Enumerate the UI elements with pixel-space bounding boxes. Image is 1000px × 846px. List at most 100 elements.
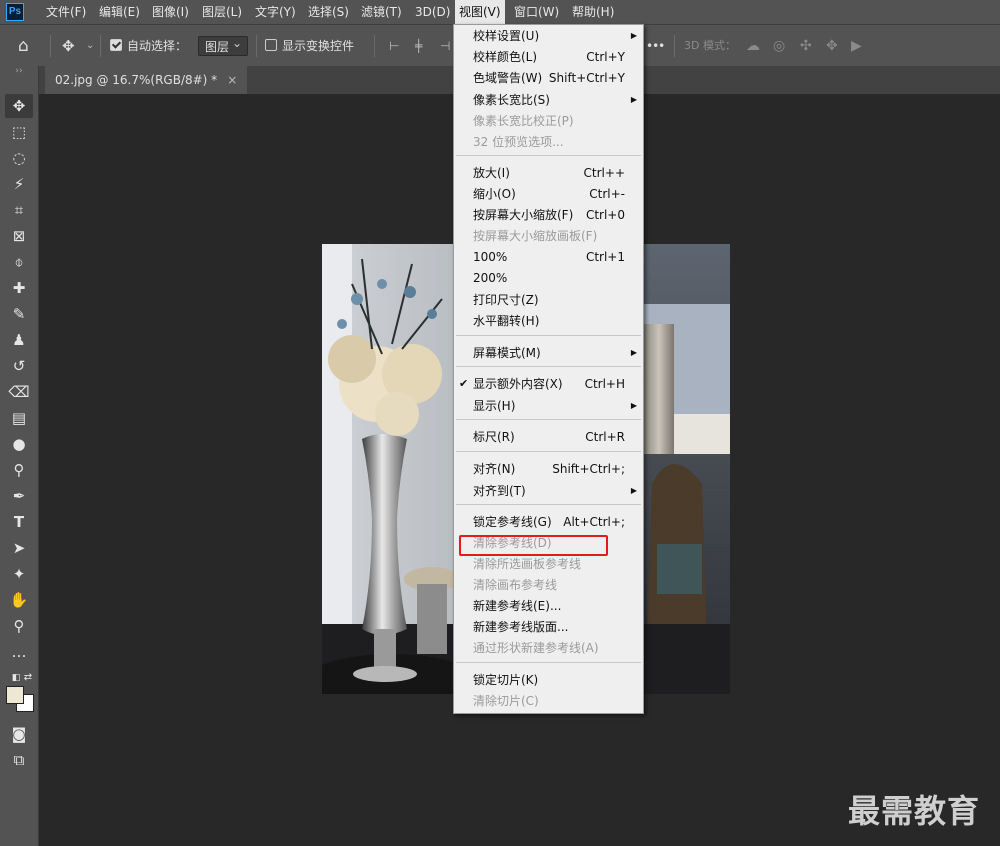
view-menu-item[interactable]: 200% (454, 268, 643, 288)
auto-select-checkbox[interactable]: 自动选择： (110, 25, 187, 67)
view-menu-item[interactable]: 新建参考线(E)... (454, 596, 643, 616)
eraser-tool-icon[interactable]: ⌫ (5, 380, 33, 404)
blur-tool-icon[interactable]: ● (5, 432, 33, 456)
view-menu-item[interactable]: 校样设置(U) ▶ (454, 26, 643, 46)
type-tool-icon[interactable]: T (5, 510, 33, 534)
view-menu-item[interactable]: 锁定参考线(G) Alt+Ctrl+; (454, 512, 643, 532)
view-menu-item[interactable]: 屏幕模式(M) ▶ (454, 343, 643, 363)
auto-select-dropdown[interactable]: 图层 (198, 33, 248, 56)
menu-image[interactable]: 图像(I) (148, 0, 193, 24)
menu-help[interactable]: 帮助(H) (568, 0, 618, 24)
marquee-tool-icon[interactable]: ⬚ (5, 120, 33, 144)
healing-brush-icon[interactable]: ✚ (5, 276, 33, 300)
view-menu-item[interactable]: 100% Ctrl+1 (454, 247, 643, 267)
path-select-icon[interactable]: ➤ (5, 536, 33, 560)
more-options-button[interactable]: ••• (646, 25, 665, 67)
brush-tool-icon[interactable]: ✎ (5, 302, 33, 326)
hand-tool-icon[interactable]: ✋ (5, 588, 33, 612)
menu-type[interactable]: 文字(Y) (251, 0, 300, 24)
view-menu-item: 32 位预览选项... (454, 132, 643, 152)
move-tool-icon[interactable]: ✥ (5, 94, 33, 118)
align-right-icon[interactable]: ⊣ (440, 25, 450, 67)
frame-tool-icon[interactable]: ⊠ (5, 224, 33, 248)
view-menu-item[interactable]: 水平翻转(H) (454, 311, 643, 331)
align-center-icon[interactable]: ╪ (415, 25, 422, 67)
view-menu-item-label: 锁定切片(K) (473, 673, 539, 687)
view-menu-item-shortcut: Ctrl+Y (586, 50, 625, 64)
crop-tool-icon[interactable]: ⌗ (5, 198, 33, 222)
view-menu-item-label: 放大(I) (473, 166, 510, 180)
history-brush-icon[interactable]: ↺ (5, 354, 33, 378)
3d-orbit-icon[interactable]: ☁ (746, 25, 760, 67)
view-menu-item[interactable]: 校样颜色(L) Ctrl+Y (454, 47, 643, 67)
view-menu-item[interactable]: 对齐到(T) ▶ (454, 481, 643, 501)
view-menu-item-label: 清除切片(C) (473, 694, 539, 708)
view-menu-item[interactable]: ✔ 显示额外内容(X) Ctrl+H (454, 374, 643, 394)
3d-mode-label: 3D 模式： (684, 39, 736, 52)
menu-3d[interactable]: 3D(D) (411, 0, 454, 24)
menu-filter[interactable]: 滤镜(T) (357, 0, 406, 24)
view-menu-item[interactable]: 标尺(R) Ctrl+R (454, 427, 643, 447)
view-menu-item[interactable]: 打印尺寸(Z) (454, 290, 643, 310)
foreground-color-swatch[interactable] (6, 686, 24, 704)
submenu-arrow-icon: ▶ (630, 95, 637, 104)
dodge-tool-icon[interactable]: ⚲ (5, 458, 33, 482)
view-menu-item[interactable]: 像素长宽比(S) ▶ (454, 90, 643, 110)
checkbox-icon[interactable] (265, 39, 277, 51)
view-menu-item[interactable]: 缩小(O) Ctrl+- (454, 184, 643, 204)
stamp-tool-icon[interactable]: ♟ (5, 328, 33, 352)
divider (100, 35, 101, 57)
view-menu-item[interactable]: 放大(I) Ctrl++ (454, 163, 643, 183)
view-menu-item: 清除画布参考线 (454, 575, 643, 595)
show-transform-checkbox[interactable]: 显示变换控件 (265, 25, 354, 67)
eyedropper-icon[interactable]: ⌽ (5, 250, 33, 274)
pen-tool-icon[interactable]: ✒ (5, 484, 33, 508)
view-menu-item[interactable]: 对齐(N) Shift+Ctrl+; (454, 459, 643, 479)
edit-toolbar-icon[interactable]: … (5, 640, 33, 664)
screen-mode-icon[interactable]: ⧉ (5, 748, 33, 772)
divider (256, 35, 257, 57)
view-menu-item[interactable]: 新建参考线版面... (454, 617, 643, 637)
menu-view[interactable]: 视图(V) (455, 0, 505, 24)
menu-window[interactable]: 窗口(W) (510, 0, 563, 24)
view-menu-item-label: 像素长宽比校正(P) (473, 114, 574, 128)
view-menu-item[interactable]: 色域警告(W) Shift+Ctrl+Y (454, 68, 643, 88)
3d-camera-icon[interactable]: ▶ (851, 25, 862, 67)
menu-file[interactable]: 文件(F) (42, 0, 90, 24)
view-menu-item-label: 屏幕模式(M) (473, 346, 541, 360)
magic-wand-icon[interactable]: ⚡ (5, 172, 33, 196)
view-menu-item[interactable]: 按屏幕大小缩放(F) Ctrl+0 (454, 205, 643, 225)
view-menu-item-label: 显示额外内容(X) (473, 377, 563, 391)
view-menu-item-label: 按屏幕大小缩放画板(F) (473, 229, 598, 243)
lasso-tool-icon[interactable]: ◌ (5, 146, 33, 170)
menu-edit[interactable]: 编辑(E) (95, 0, 144, 24)
view-menu-item[interactable]: 锁定切片(K) (454, 670, 643, 690)
3d-slide-icon[interactable]: ✥ (826, 25, 838, 67)
close-icon[interactable]: × (227, 73, 237, 87)
move-tool-icon[interactable]: ✥ (62, 25, 75, 67)
zoom-tool-icon[interactable]: ⚲ (5, 614, 33, 638)
align-left-icon[interactable]: ⊢ (389, 25, 399, 67)
home-icon[interactable]: ⌂ (18, 25, 29, 67)
quick-mask-icon[interactable]: ◙ (5, 722, 33, 746)
gradient-tool-icon[interactable]: ▤ (5, 406, 33, 430)
document-tab[interactable]: 02.jpg @ 16.7%(RGB/8#) * × (45, 66, 248, 94)
view-menu-item-shortcut: Ctrl+1 (585, 250, 625, 264)
view-menu-item-shortcut: Shift+Ctrl+Y (548, 71, 625, 85)
collapse-icon[interactable]: ›› (5, 66, 33, 76)
view-menu-item: 通过形状新建参考线(A) (454, 638, 643, 658)
menu-select[interactable]: 选择(S) (304, 0, 353, 24)
menu-bar: Ps 文件(F) 编辑(E) 图像(I) 图层(L) 文字(Y) 选择(S) 滤… (0, 0, 1000, 24)
submenu-arrow-icon: ▶ (630, 401, 637, 410)
view-menu-item-shortcut: Ctrl+- (589, 187, 625, 201)
menu-layer[interactable]: 图层(L) (198, 0, 246, 24)
3d-roll-icon[interactable]: ◎ (773, 25, 785, 67)
photoshop-logo[interactable]: Ps (6, 3, 24, 21)
view-menu-item: 按屏幕大小缩放画板(F) (454, 226, 643, 246)
3d-pan-icon[interactable]: ✣ (800, 25, 812, 67)
shape-tool-icon[interactable]: ✦ (5, 562, 33, 586)
divider (674, 35, 675, 57)
checkbox-icon[interactable] (110, 39, 122, 51)
chevron-down-icon[interactable]: ⌄ (86, 25, 94, 67)
view-menu-item[interactable]: 显示(H) ▶ (454, 396, 643, 416)
